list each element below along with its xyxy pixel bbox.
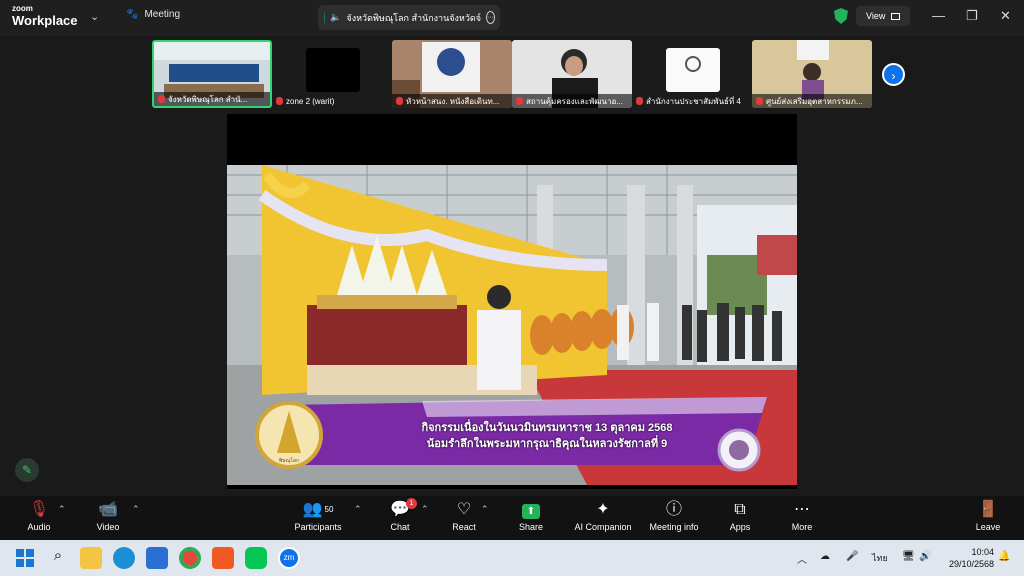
react-options-caret[interactable]: ⌃ [481, 504, 489, 515]
participant-tile[interactable]: หัวหน้าสนง. หนังสือเดินท... [392, 40, 512, 108]
participants-count: 50 [324, 505, 334, 514]
participant-tile[interactable]: จังหวัดพิษณุโลก สำนั... [152, 40, 272, 108]
audio-options-caret[interactable]: ⌃ [58, 504, 66, 515]
maximize-icon[interactable]: ❐ [966, 8, 978, 24]
participant-tile[interactable]: สำนักงานประชาสัมพันธ์ที่ 4 [632, 40, 752, 108]
brave-icon[interactable] [212, 547, 234, 569]
participant-logo-card [666, 48, 720, 92]
microphone-icon[interactable]: 🎤 [846, 551, 858, 562]
participant-name: หัวหน้าสนง. หนังสือเดินท... [406, 96, 500, 106]
input-language[interactable]: ไทย [872, 551, 888, 565]
more-button[interactable]: ⋯ More [772, 500, 832, 532]
participant-tile[interactable]: สถานคุ้มครองและพัฒนาอ... [512, 40, 632, 108]
title-bar: zoom Workplace ⌄ 🐾 Meeting 🔈 จังหวัดพิษณ… [0, 0, 1024, 36]
share-arrow-icon: ⬆ [522, 504, 540, 519]
participants-icon: 👥 [302, 501, 323, 518]
security-shield-icon[interactable] [834, 8, 848, 24]
participant-name: จังหวัดพิษณุโลก สำนั... [168, 94, 248, 104]
clock-date: 29/10/2568 [948, 559, 994, 569]
video-banner: กิจกรรมเนื่องในวันนวมินทรมหาราช 13 ตุลาค… [377, 420, 717, 452]
participant-tile[interactable]: zone 2 (warit) [272, 40, 392, 108]
clock-time: 10:04 [971, 547, 994, 557]
chevron-down-icon[interactable]: ⌄ [90, 10, 99, 23]
mic-muted-icon [636, 97, 643, 105]
cloud-icon[interactable]: ☁ [820, 551, 830, 562]
participant-tile[interactable]: ศูนย์ส่งเสริมอุตสาหกรรมภ... [752, 40, 872, 108]
emblem-icon [685, 56, 701, 72]
annotate-pencil-button[interactable]: ✎ [15, 458, 39, 482]
chevron-right-icon: › [891, 69, 896, 83]
mic-muted-icon [756, 97, 763, 105]
more-icon[interactable]: ··· [486, 11, 495, 24]
monitor-icon[interactable]: 🖥 [902, 551, 915, 562]
apps-button[interactable]: ⧉ Apps [710, 500, 770, 532]
view-button[interactable]: View [856, 6, 911, 26]
pencil-icon: ✎ [21, 463, 33, 477]
banner-title: กิจกรรมเนื่องในวันนวมินทรมหาราช 13 ตุลาค… [421, 422, 673, 434]
person-icon [324, 11, 326, 24]
banner-subtitle: น้อมรำลึกในพระมหากรุณาธิคุณในหลวงรัชกาลท… [426, 438, 668, 450]
info-icon: ⓘ [665, 501, 682, 518]
participant-video-off [306, 48, 360, 92]
participant-name: สถานคุ้มครองและพัฒนาอ... [526, 96, 623, 106]
windows-start-icon[interactable] [14, 547, 36, 569]
zoom-app-icon[interactable]: zm [278, 547, 300, 569]
participants-options-caret[interactable]: ⌃ [354, 504, 362, 515]
view-controls: View [834, 6, 911, 26]
more-dots-icon: ⋯ [794, 501, 810, 518]
mic-muted-icon [158, 95, 165, 103]
search-icon[interactable]: ⌕ [47, 547, 69, 569]
notification-bell-icon[interactable]: 🔔 [998, 551, 1010, 562]
chrome-icon[interactable] [179, 547, 201, 569]
tray-chevron-up-icon[interactable]: ︿ [797, 551, 807, 566]
video-options-caret[interactable]: ⌃ [132, 504, 140, 515]
participants-button[interactable]: 👥 50 Participants [288, 500, 348, 532]
apps-icon: ⧉ [734, 501, 746, 518]
minimize-icon[interactable]: — [932, 8, 945, 23]
line-app-icon[interactable] [245, 547, 267, 569]
next-page-button[interactable]: › [882, 63, 905, 86]
mic-muted-icon [396, 97, 403, 105]
shared-video: กิจกรรมเนื่องในวันนวมินทรมหาราช 13 ตุลาค… [227, 165, 797, 485]
participant-name: zone 2 (warit) [286, 96, 335, 106]
leave-button[interactable]: 🚪 Leave [958, 500, 1018, 532]
close-icon[interactable]: ✕ [1000, 8, 1011, 24]
seal-left-caption: พิษณุโลก [278, 458, 299, 464]
participant-name: ศูนย์ส่งเสริมอุตสาหกรรมภ... [766, 96, 863, 106]
mic-muted-icon [516, 97, 523, 105]
mic-muted-icon [276, 97, 283, 105]
ai-companion-button[interactable]: ✦ AI Companion [568, 500, 638, 532]
windows-taskbar: ⌕ zm ︿ ☁ 🎤 ไทย 🖥 🔊 10:04 29/10/2568 🔔 [0, 540, 1024, 576]
edge-browser-icon[interactable] [113, 547, 135, 569]
file-explorer-icon[interactable] [80, 547, 102, 569]
meeting-toolbar: 🎙 Audio ⌃ 📹 Video ⌃ 👥 50 Participants ⌃ 💬… [0, 496, 1024, 540]
participant-name: สำนักงานประชาสัมพันธ์ที่ 4 [646, 96, 741, 106]
chat-options-caret[interactable]: ⌃ [421, 504, 429, 515]
video-button[interactable]: 📹 Video [78, 500, 138, 532]
share-button[interactable]: ⬆ Share [501, 500, 561, 532]
video-off-icon: 📹 [98, 501, 118, 518]
tab-meeting[interactable]: 🐾 Meeting [126, 9, 180, 20]
system-clock[interactable]: 10:04 29/10/2568 [938, 546, 994, 570]
zoom-workplace-logo[interactable]: zoom Workplace [12, 5, 78, 28]
sparkle-icon: ✦ [596, 501, 610, 518]
meeting-info-button[interactable]: ⓘ Meeting info [644, 500, 704, 532]
leave-door-icon: 🚪 [978, 501, 998, 518]
speaker-icon: 🔈 [330, 12, 342, 22]
tab-active-speaker[interactable]: 🔈 จังหวัดพิษณุโลก สำนักงานจังหวัดจ์ ··· [318, 5, 500, 30]
chat-unread-badge: 1 [406, 498, 417, 509]
volume-icon[interactable]: 🔊 [919, 551, 931, 562]
grid-icon [891, 12, 901, 20]
store-icon[interactable] [146, 547, 168, 569]
paw-icon: 🐾 [126, 9, 139, 20]
